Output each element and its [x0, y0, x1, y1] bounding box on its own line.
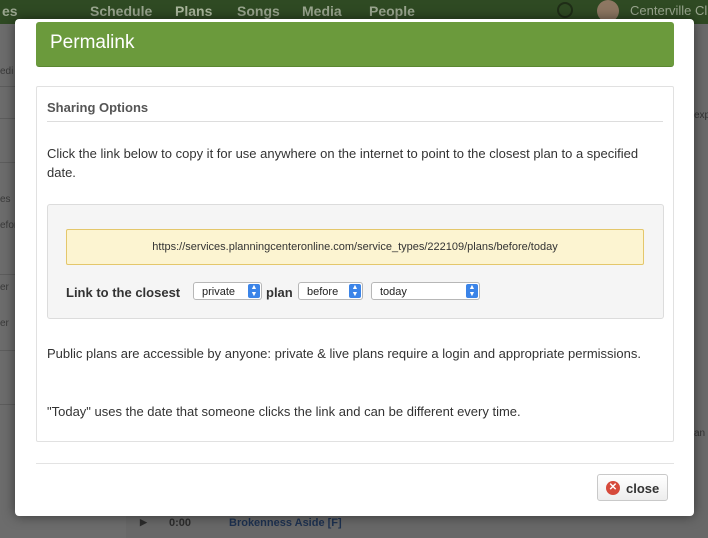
close-icon: ✕	[606, 481, 620, 495]
nav-people[interactable]: People	[369, 3, 415, 19]
modal-header: Permalink	[36, 22, 674, 67]
direction-select[interactable]: before ▲ ▼	[298, 282, 363, 300]
bg-snip: er	[0, 318, 9, 329]
visibility-select[interactable]: private ▲ ▼	[193, 282, 262, 300]
chevron-updown-icon: ▲ ▼	[466, 284, 478, 298]
chevron-updown-icon: ▲ ▼	[349, 284, 361, 298]
nav-media[interactable]: Media	[302, 3, 342, 19]
public-plans-note: Public plans are accessible by anyone: p…	[47, 346, 642, 361]
bg-snip: es	[0, 194, 11, 205]
bg-snip: exp	[694, 110, 708, 121]
play-icon: ▶	[140, 517, 147, 527]
permalink-box: https://services.planningcenteronline.co…	[47, 204, 664, 319]
footer-divider	[36, 463, 674, 464]
background-right-panel: exp an	[694, 24, 708, 538]
permalink-url[interactable]: https://services.planningcenteronline.co…	[66, 229, 644, 265]
visibility-select-value: private	[202, 286, 236, 298]
bg-song-title: Brokenness Aside [F]	[229, 517, 342, 529]
bg-snip: er	[0, 282, 9, 293]
date-select-value: today	[380, 286, 407, 298]
link-prefix-label: Link to the closest	[66, 285, 181, 300]
description-text: Click the link below to copy it for use …	[47, 146, 639, 180]
modal-title: Permalink	[50, 32, 135, 53]
close-button-label: close	[626, 481, 660, 496]
org-name[interactable]: Centerville Cl	[630, 3, 707, 18]
section-heading: Sharing Options	[47, 100, 663, 122]
sharing-options-panel: Sharing Options Click the link below to …	[36, 86, 674, 442]
plan-label: plan	[266, 285, 293, 300]
today-note: "Today" uses the date that someone click…	[47, 404, 521, 419]
bg-time: 0:00	[169, 517, 192, 529]
bg-snip: an	[694, 428, 706, 439]
nav-songs[interactable]: Songs	[237, 3, 280, 19]
direction-select-value: before	[307, 286, 339, 298]
close-button[interactable]: ✕ close	[597, 474, 668, 501]
permalink-modal: Permalink Sharing Options Click the link…	[15, 19, 694, 516]
date-select[interactable]: today ▲ ▼	[371, 282, 480, 300]
nav-schedule[interactable]: Schedule	[90, 3, 152, 19]
nav-plans[interactable]: Plans	[175, 3, 212, 19]
search-icon[interactable]	[557, 2, 573, 18]
brand-partial: es	[2, 3, 18, 19]
chevron-updown-icon: ▲ ▼	[248, 284, 260, 298]
bg-snip: edi	[0, 66, 14, 77]
